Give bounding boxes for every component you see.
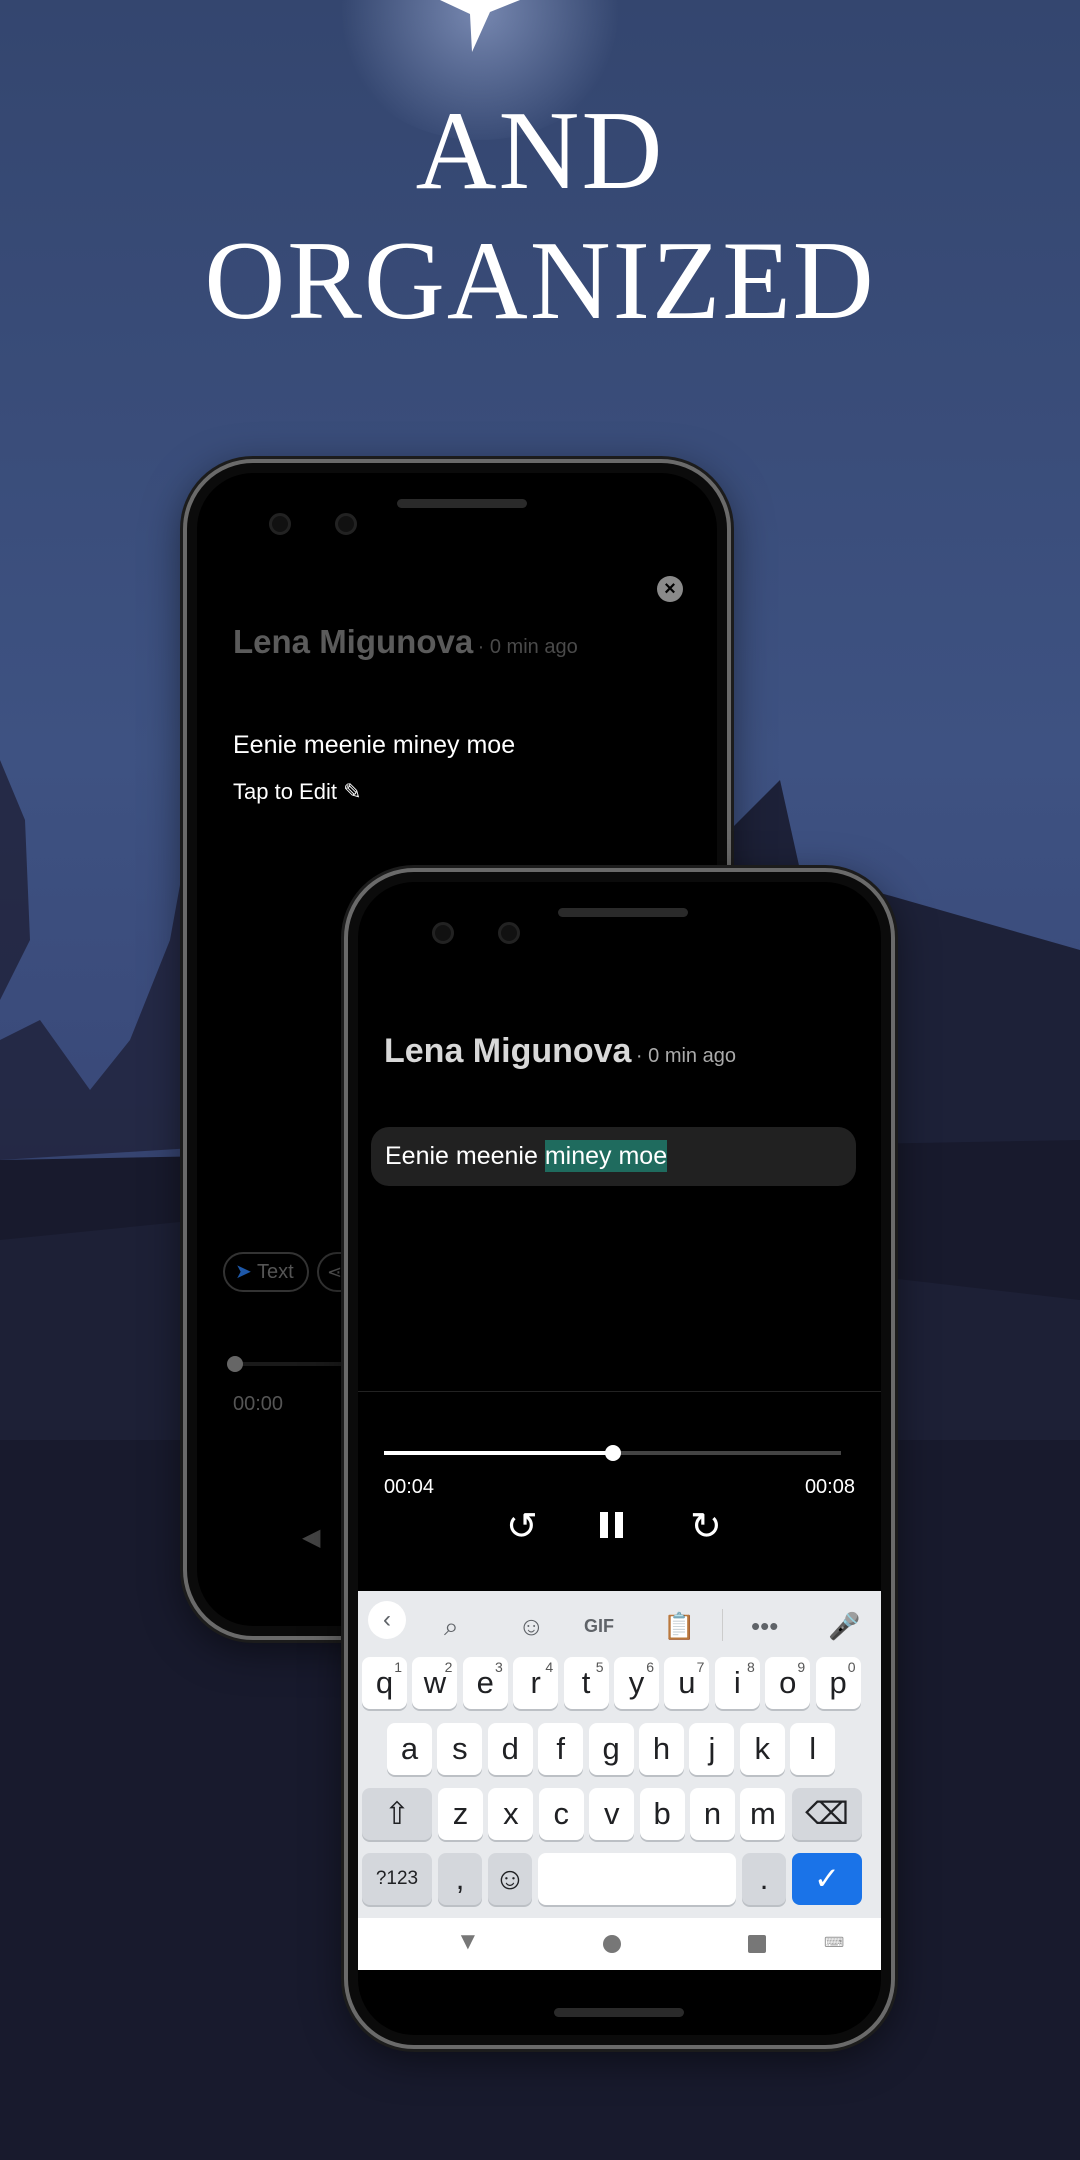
keyboard: ‹ ⌕ ☺ GIF 📋 ••• 🎤 ?123 , ☺ . ✓ ⇧ ⌫ q1w2e… — [358, 1591, 881, 1918]
share-icon: ⋖ — [327, 1262, 343, 1282]
sensor-icon — [498, 922, 520, 944]
key-m[interactable]: m — [740, 1788, 786, 1840]
period-key[interactable]: . — [742, 1853, 786, 1905]
edit-label: Tap to Edit — [233, 779, 337, 804]
key-y[interactable]: y6 — [614, 1657, 659, 1709]
key-e[interactable]: e3 — [462, 1657, 508, 1709]
sticker-icon[interactable]: ☺ — [518, 1611, 545, 1642]
key-a[interactable]: a — [387, 1723, 432, 1775]
key-x[interactable]: x — [488, 1788, 534, 1840]
key-k[interactable]: k — [739, 1723, 785, 1775]
key-p[interactable]: p0 — [815, 1657, 861, 1709]
forward-button[interactable]: ↻ — [690, 1504, 722, 1549]
key-n[interactable]: n — [690, 1788, 735, 1840]
collapse-toolbar-button[interactable]: ‹ — [368, 1601, 406, 1639]
backspace-key[interactable]: ⌫ — [792, 1788, 862, 1840]
key-s[interactable]: s — [437, 1723, 483, 1775]
author-name: Lena Migunova — [233, 623, 474, 660]
nav-bar: ▼ ⌨ — [358, 1918, 881, 1970]
key-r[interactable]: r4 — [513, 1657, 559, 1709]
symbols-key[interactable]: ?123 — [362, 1853, 432, 1905]
camera-icon — [269, 513, 291, 535]
divider — [358, 1391, 881, 1392]
seek-knob[interactable] — [604, 1445, 621, 1461]
key-i[interactable]: i8 — [714, 1657, 760, 1709]
search-icon[interactable]: ⌕ — [444, 1611, 459, 1643]
key-l[interactable]: l — [790, 1723, 836, 1775]
tap-to-edit-button[interactable]: Tap to Edit ✎ — [233, 779, 362, 805]
author-name: Lena Migunova — [384, 1032, 632, 1070]
key-t[interactable]: t5 — [563, 1657, 609, 1709]
more-icon[interactable]: ••• — [751, 1611, 778, 1642]
timestamp: · 0 min ago — [477, 636, 578, 658]
key-u[interactable]: u7 — [664, 1657, 710, 1709]
pause-button[interactable] — [600, 1512, 624, 1538]
clipboard-icon[interactable]: 📋 — [663, 1611, 695, 1642]
key-b[interactable]: b — [639, 1788, 685, 1840]
nav-recents-icon[interactable] — [748, 1935, 766, 1953]
keyboard-switch-icon[interactable]: ⌨ — [824, 1934, 844, 1951]
sensor-icon — [335, 513, 357, 535]
key-d[interactable]: d — [487, 1723, 533, 1775]
timestamp: · 0 min ago — [635, 1045, 736, 1067]
key-o[interactable]: o9 — [765, 1657, 811, 1709]
key-v[interactable]: v — [589, 1788, 635, 1840]
position-time: 00:00 — [233, 1393, 284, 1415]
key-q[interactable]: q1 — [362, 1657, 407, 1709]
key-h[interactable]: h — [639, 1723, 684, 1775]
duration-time: 00:08 — [804, 1476, 855, 1498]
microphone-icon[interactable]: 🎤 — [828, 1611, 860, 1642]
chip-label: Text — [256, 1261, 294, 1283]
space-key[interactable] — [538, 1853, 736, 1905]
key-j[interactable]: j — [689, 1723, 735, 1775]
camera-icon — [432, 922, 454, 944]
star-icon — [440, 0, 520, 52]
transcript-highlight: miney moe — [544, 1140, 668, 1172]
key-c[interactable]: c — [538, 1788, 584, 1840]
pencil-icon: ✎ — [343, 779, 362, 804]
key-f[interactable]: f — [538, 1723, 584, 1775]
text-chip[interactable]: ➤ Text — [223, 1252, 309, 1292]
close-icon[interactable]: × — [657, 576, 683, 602]
gif-button[interactable]: GIF — [584, 1616, 614, 1637]
transcript-text: Eenie meenie — [385, 1142, 545, 1170]
emoji-key[interactable]: ☺ — [488, 1853, 532, 1905]
key-w[interactable]: w2 — [412, 1657, 458, 1709]
nav-home-icon[interactable] — [603, 1935, 621, 1953]
rewind-button[interactable]: ↺ — [506, 1504, 538, 1549]
enter-key[interactable]: ✓ — [792, 1853, 862, 1905]
comma-key[interactable]: , — [438, 1853, 482, 1905]
nav-back-icon[interactable]: ▼ — [456, 1928, 480, 1956]
front-phone: Lena Migunova · 0 min ago Eenie meenie m… — [344, 868, 895, 2049]
transcript-text: Eenie meenie miney moe — [233, 731, 516, 759]
elapsed-time: 00:04 — [384, 1476, 435, 1498]
headline-line1: AND — [415, 89, 665, 213]
nav-back-icon[interactable]: ◀ — [302, 1523, 320, 1552]
seek-knob[interactable] — [227, 1356, 243, 1372]
transcript-bubble[interactable]: Eenie meenie miney moe — [371, 1127, 856, 1186]
seek-progress — [384, 1451, 613, 1455]
shift-key[interactable]: ⇧ — [362, 1788, 432, 1840]
headline-line2: ORGANIZED — [204, 219, 876, 343]
key-g[interactable]: g — [588, 1723, 634, 1775]
send-icon: ➤ — [235, 1261, 252, 1283]
key-z[interactable]: z — [438, 1788, 483, 1840]
